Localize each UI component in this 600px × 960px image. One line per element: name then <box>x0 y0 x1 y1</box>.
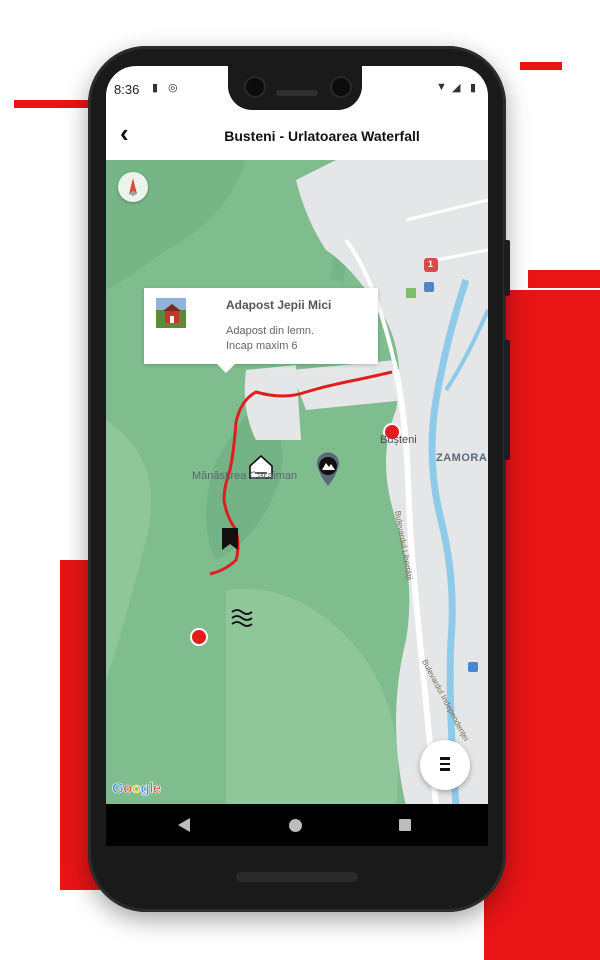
bottom-speaker <box>236 872 358 882</box>
route-start-marker <box>190 628 208 646</box>
map-view[interactable]: 1 Adapost Jepii Mici Adapost din lemn. I… <box>106 160 488 806</box>
map-label-town: Bușteni <box>380 434 417 446</box>
map-label-monastery: Mănăstirea Caraiman <box>192 470 298 482</box>
google-logo: Google <box>112 780 162 798</box>
google-logo-letter: o <box>123 780 133 798</box>
compass-button[interactable] <box>118 172 148 202</box>
backdrop-bar <box>520 62 562 70</box>
sync-icon: ◎ <box>168 82 178 94</box>
menu-icon <box>440 757 450 774</box>
google-logo-letter: e <box>152 780 162 798</box>
earpiece-speaker <box>276 90 318 96</box>
wifi-icon: ▼ <box>436 81 447 93</box>
popup-description-line: Incap maxim 6 <box>226 340 298 352</box>
page-title: Busteni - Urlatoarea Waterfall <box>224 128 420 144</box>
road-badge-label: 1 <box>428 259 434 269</box>
google-logo-letter: o <box>131 780 142 798</box>
front-camera <box>244 76 266 98</box>
terrain-ridge <box>106 420 151 680</box>
back-icon[interactable] <box>178 818 190 832</box>
info-popup[interactable]: Adapost Jepii Mici Adapost din lemn. Inc… <box>144 288 378 364</box>
popup-title: Adapost Jepii Mici <box>226 298 332 312</box>
home-icon[interactable] <box>289 819 302 832</box>
monastery-pin-icon <box>317 452 339 486</box>
urban-area <box>291 360 406 410</box>
chevron-left-icon[interactable]: ‹ <box>120 120 129 146</box>
urban-area <box>244 365 301 440</box>
map-canvas <box>106 160 488 806</box>
shelter-thumbnail <box>156 298 186 328</box>
recents-icon[interactable] <box>399 819 411 831</box>
status-time: 8:36 <box>114 82 140 97</box>
popup-pointer <box>217 364 235 373</box>
android-nav-bar <box>106 804 488 846</box>
terrain-ridge <box>226 588 398 806</box>
volume-button <box>504 340 510 460</box>
sim-icon: ▮ <box>152 82 159 94</box>
backdrop-bar <box>528 270 600 288</box>
compass-icon <box>129 178 137 196</box>
map-label-district: ZAMORA <box>436 452 488 464</box>
signal-icon: ◢ <box>452 82 461 94</box>
google-logo-letter: G <box>112 780 124 798</box>
park-marker <box>406 288 416 298</box>
poi-marker <box>424 282 434 292</box>
power-button <box>504 240 510 296</box>
battery-icon: ▮ <box>470 82 477 94</box>
app-header: ‹ Busteni - Urlatoarea Waterfall <box>106 110 488 160</box>
front-camera <box>330 76 352 98</box>
poi-marker <box>468 662 478 672</box>
google-logo-letter: g <box>140 780 150 798</box>
popup-description: Adapost din lemn. Incap maxim 6 <box>226 324 366 354</box>
phone-screen: 8:36 ▮ ◎ ▼ ◢ ▮ ‹ Busteni - Urlatoarea Wa… <box>106 66 488 846</box>
menu-fab-button[interactable] <box>420 740 470 790</box>
popup-description-line: Adapost din lemn. <box>226 325 315 337</box>
